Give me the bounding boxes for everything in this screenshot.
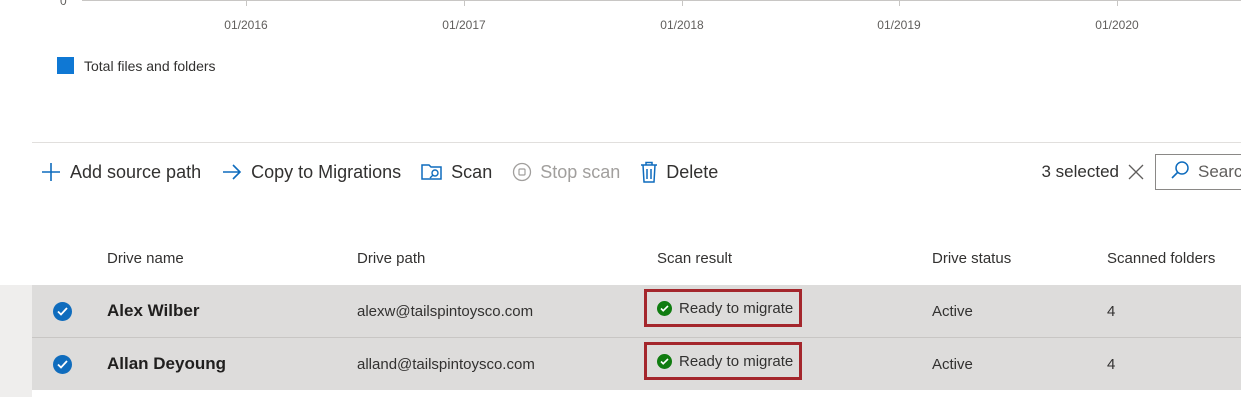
- scanned-folders-cell: 4: [1107, 302, 1116, 320]
- x-axis-line: [82, 0, 1241, 1]
- scan-result-label: Ready to migrate: [679, 299, 794, 317]
- x-tick: [682, 0, 683, 6]
- table-row[interactable]: Alex Wilber alexw@tailspintoysco.com Rea…: [32, 285, 1241, 337]
- scan-result-cell: Ready to migrate: [644, 342, 802, 380]
- search-input[interactable]: Search: [1155, 154, 1241, 190]
- x-tick-label: 01/2020: [1095, 18, 1139, 32]
- stop-scan-label: Stop scan: [540, 161, 621, 182]
- x-tick: [464, 0, 465, 6]
- add-source-path-button[interactable]: Add source path: [40, 161, 201, 183]
- selected-count: 3 selected: [1041, 162, 1120, 181]
- stop-scan-button[interactable]: Stop scan: [512, 162, 620, 183]
- legend-label: Total files and folders: [84, 57, 216, 74]
- copy-to-migrations-button[interactable]: Copy to Migrations: [221, 161, 401, 183]
- x-tick-label: 01/2017: [442, 18, 486, 32]
- x-tick-label: 01/2016: [224, 18, 268, 32]
- search-icon: [1170, 160, 1190, 185]
- column-header-drive-path[interactable]: Drive path: [357, 250, 425, 267]
- scan-result-cell: Ready to migrate: [644, 289, 802, 327]
- table-row[interactable]: Allan Deyoung alland@tailspintoysco.com …: [32, 338, 1241, 390]
- success-check-icon: [657, 353, 672, 369]
- y-axis-zero-label: 0: [60, 0, 67, 8]
- arrow-right-icon: [221, 161, 243, 183]
- x-tick: [246, 0, 247, 6]
- row-checkbox[interactable]: [53, 302, 72, 321]
- drive-name-cell[interactable]: Allan Deyoung: [107, 338, 226, 390]
- x-tick: [1117, 0, 1118, 6]
- column-header-drive-name[interactable]: Drive name: [107, 250, 184, 267]
- drive-name-cell[interactable]: Alex Wilber: [107, 285, 199, 337]
- drive-status-cell: Active: [932, 302, 973, 320]
- column-header-drive-status[interactable]: Drive status: [932, 250, 1011, 267]
- command-bar-divider: [32, 142, 1241, 143]
- x-tick-label: 01/2018: [660, 18, 704, 32]
- column-header-scanned-folders[interactable]: Scanned folders: [1107, 250, 1215, 267]
- drive-path-cell: alexw@tailspintoysco.com: [357, 302, 534, 320]
- scan-result-label: Ready to migrate: [679, 352, 794, 370]
- search-placeholder: Search: [1198, 162, 1241, 181]
- success-check-icon: [657, 300, 672, 316]
- scan-button[interactable]: Scan: [421, 162, 492, 183]
- chart-legend[interactable]: Total files and folders: [57, 57, 216, 74]
- row-checkbox[interactable]: [53, 355, 72, 374]
- drive-path-cell: alland@tailspintoysco.com: [357, 355, 535, 373]
- column-header-scan-result[interactable]: Scan result: [657, 250, 732, 267]
- selection-area: 3 selected Search: [1042, 152, 1241, 192]
- folder-search-icon: [421, 162, 443, 182]
- stop-icon: [512, 162, 532, 182]
- legend-swatch: [57, 57, 74, 74]
- trash-icon: [640, 161, 658, 183]
- scan-label: Scan: [451, 161, 493, 182]
- command-bar: Add source path Copy to Migrations Scan …: [40, 152, 738, 192]
- delete-label: Delete: [666, 161, 719, 182]
- copy-to-migrations-label: Copy to Migrations: [251, 161, 402, 182]
- x-tick: [899, 0, 900, 6]
- scanned-folders-cell: 4: [1107, 355, 1116, 373]
- drive-status-cell: Active: [932, 355, 973, 373]
- x-tick-label: 01/2019: [877, 18, 921, 32]
- clear-selection-icon[interactable]: [1127, 163, 1145, 181]
- plus-icon: [40, 161, 62, 183]
- left-gutter: [0, 285, 32, 397]
- add-source-path-label: Add source path: [70, 161, 202, 182]
- delete-button[interactable]: Delete: [640, 161, 718, 183]
